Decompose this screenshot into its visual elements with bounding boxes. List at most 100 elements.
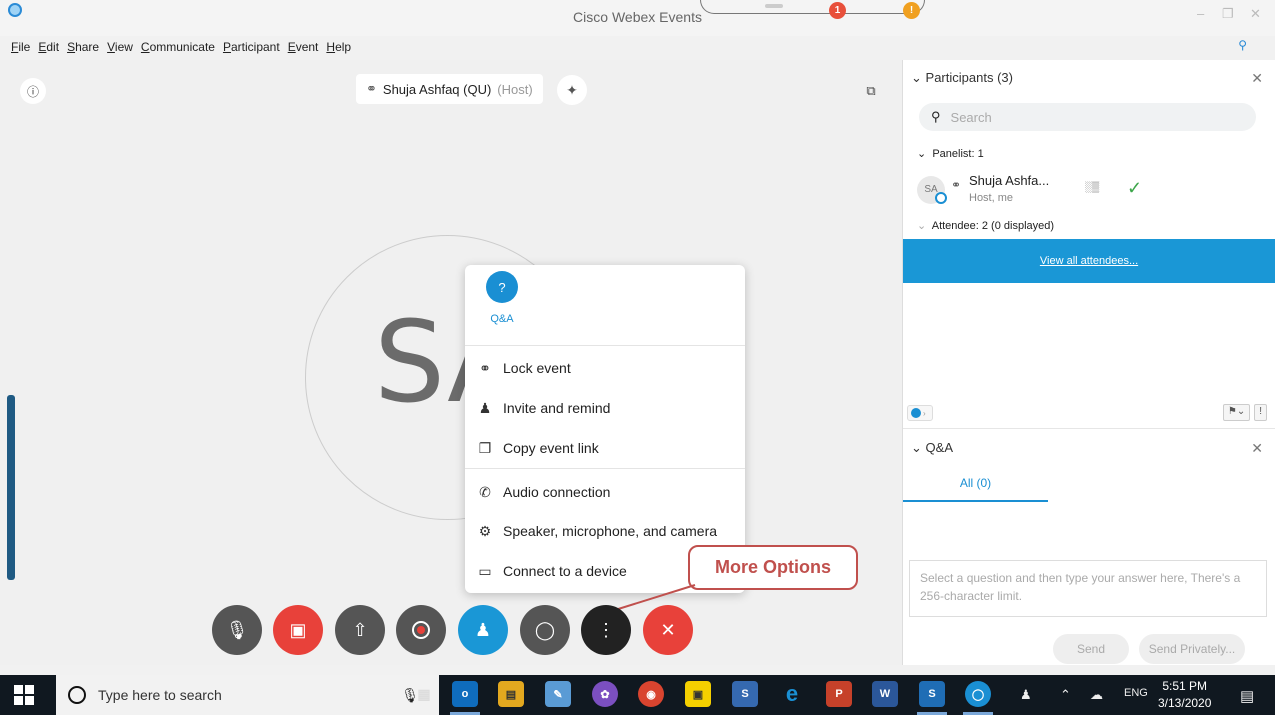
raise-hand-icon[interactable]: ⚑⌄ (1222, 404, 1251, 421)
powerpoint-icon[interactable]: P (826, 681, 852, 707)
notifications-icon[interactable]: ▤ (1240, 687, 1254, 705)
menu-event[interactable]: Event (288, 40, 319, 54)
send-privately-button[interactable]: Send Privately... (1139, 634, 1245, 664)
skype-icon[interactable]: S (732, 681, 758, 707)
language-indicator[interactable]: ENG (1124, 687, 1148, 699)
attendee-group[interactable]: ⌄ Attendee: 2 (0 displayed) (917, 219, 1054, 232)
menu-view[interactable]: View (107, 40, 133, 54)
edge-icon[interactable]: e (779, 681, 805, 707)
sticky-notes-icon[interactable]: ▣ (685, 681, 711, 707)
word-icon[interactable]: W (872, 681, 898, 707)
notes-app-icon[interactable]: ✎ (545, 681, 571, 707)
close-icon: ✕ (660, 619, 676, 640)
callout-text: More Options (715, 557, 831, 577)
close-participants-icon[interactable]: ✕ (1251, 70, 1263, 87)
menu-item-lock-event[interactable]: ⚭ Lock event (477, 356, 571, 380)
answer-field[interactable]: Select a question and then type your ans… (909, 560, 1267, 617)
hint-icon[interactable]: ⚲ (1238, 38, 1247, 52)
tab-all-label: All (0) (959, 475, 992, 490)
share-button[interactable]: ⇧ (335, 605, 385, 655)
participant-name: Shuja Ashfa... (969, 173, 1050, 188)
send-button[interactable]: Send (1053, 634, 1129, 664)
snagit-icon[interactable]: S (919, 681, 945, 707)
view-all-attendees-link[interactable]: View all attendees... (903, 239, 1275, 283)
file-explorer-icon[interactable]: ▤ (498, 681, 524, 707)
record-button[interactable] (396, 605, 446, 655)
menu-participant[interactable]: Participant (223, 40, 280, 54)
menu-item-copy-link[interactable]: ❐ Copy event link (477, 436, 599, 460)
participant-search-input[interactable]: ⚲ Search (919, 103, 1256, 131)
side-panel-handle[interactable] (7, 395, 15, 580)
minimize-icon[interactable]: – (1197, 6, 1204, 21)
webex-taskbar-icon[interactable]: ◯ (965, 681, 991, 707)
more-options-menu: ? Q&A ⚭ Lock event ♟ Invite and remind ❐… (465, 265, 745, 593)
mic-off-icon: 🎙 (225, 619, 249, 640)
right-panel: ⌄ Participants (3) ✕ ⚲ Search ⌄ Panelist… (902, 60, 1275, 665)
drag-handle[interactable] (765, 4, 783, 8)
maximize-icon[interactable]: ❐ (1222, 6, 1234, 22)
paint-app-icon[interactable]: ✿ (592, 681, 618, 707)
more-options-button[interactable]: ⋮ (581, 605, 631, 655)
share-icon: ⇧ (352, 619, 368, 640)
menu-edit[interactable]: Edit (38, 40, 59, 54)
participants-title: Participants (3) (925, 70, 1013, 85)
pin-icon[interactable]: ✦ (557, 75, 587, 105)
headset-icon: ⚭ (951, 178, 962, 192)
chevron-up-icon[interactable]: ⌃ (1060, 687, 1071, 703)
cloud-icon[interactable]: ☁ (1090, 687, 1103, 703)
qa-header[interactable]: ⌄ Q&A (911, 440, 953, 456)
menu-item-label: Connect to a device (503, 563, 627, 579)
video-button[interactable]: ▣ (273, 605, 323, 655)
close-qa-icon[interactable]: ✕ (1251, 440, 1263, 457)
leave-button[interactable]: ✕ (643, 605, 693, 655)
active-speaker-label: ⚭ Shuja Ashfaq (QU) (Host) (356, 74, 543, 104)
participant-role: Host, me (969, 192, 1014, 204)
windows-start-icon[interactable] (14, 685, 34, 705)
task-view-icon[interactable]: ▦ (411, 681, 437, 707)
people-icon[interactable]: ♟ (1020, 687, 1032, 703)
outlook-icon[interactable]: o (452, 681, 478, 707)
participants-button[interactable]: ♟ (458, 605, 508, 655)
qa-tile[interactable]: ? Q&A (479, 271, 525, 325)
close-icon[interactable]: ✕ (1250, 6, 1261, 22)
notification-badge[interactable]: 1 (829, 2, 846, 19)
menu-item-audio-connection[interactable]: ✆ Audio connection (477, 480, 610, 504)
qa-tile-label: Q&A (490, 313, 514, 325)
lock-icon: ⚭ (479, 359, 491, 376)
warning-icon[interactable]: ! (903, 2, 920, 19)
status-selector[interactable]: › (907, 405, 933, 421)
chat-icon: ◯ (534, 619, 556, 640)
chat-button[interactable]: ◯ (520, 605, 570, 655)
camera-off-icon: ▣ (289, 619, 307, 640)
menu-communicate[interactable]: Communicate (141, 40, 215, 54)
chevron-down-icon: ⌄ (917, 220, 927, 232)
menu-item-label: Copy event link (503, 440, 599, 456)
menu-help[interactable]: Help (326, 40, 351, 54)
menu-item-invite-remind[interactable]: ♟ Invite and remind (477, 396, 611, 420)
participant-row[interactable]: SA ⚭ Shuja Ashfa... Host, me ░▒ ✓ (917, 170, 1257, 210)
chrome-icon[interactable]: ◉ (638, 681, 664, 707)
info-button[interactable]: ⓘ (20, 78, 46, 104)
record-icon (412, 621, 430, 639)
copy-icon: ❐ (478, 439, 492, 456)
headset-icon: ⚭ (366, 81, 377, 96)
gear-icon: ⚙ (478, 522, 492, 539)
taskbar-search-input[interactable]: Type here to search 🎙 (56, 675, 439, 715)
divider (465, 468, 745, 469)
cortana-icon (68, 686, 86, 704)
mute-button[interactable]: 🎙 (212, 605, 262, 655)
menu-share[interactable]: Share (67, 40, 99, 54)
panelist-group[interactable]: ⌄ Panelist: 1 (917, 147, 984, 160)
chevron-down-icon: ⌄ (911, 70, 922, 85)
menu-file[interactable]: File (11, 40, 30, 54)
menu-item-label: Invite and remind (503, 400, 611, 416)
question-icon: ? (486, 271, 518, 303)
participants-header[interactable]: ⌄ Participants (3) (911, 70, 1013, 86)
menu-item-speaker-mic-camera[interactable]: ⚙ Speaker, microphone, and camera (477, 519, 717, 543)
speaker-role: (Host) (497, 81, 533, 97)
alert-icon[interactable]: ! (1254, 404, 1267, 421)
menu-item-label: Audio connection (503, 484, 611, 500)
tab-all[interactable]: All (0) (903, 465, 1048, 502)
popout-icon[interactable]: ⧉ (858, 78, 884, 104)
clock[interactable]: 5:51 PM 3/13/2020 (1158, 678, 1211, 712)
